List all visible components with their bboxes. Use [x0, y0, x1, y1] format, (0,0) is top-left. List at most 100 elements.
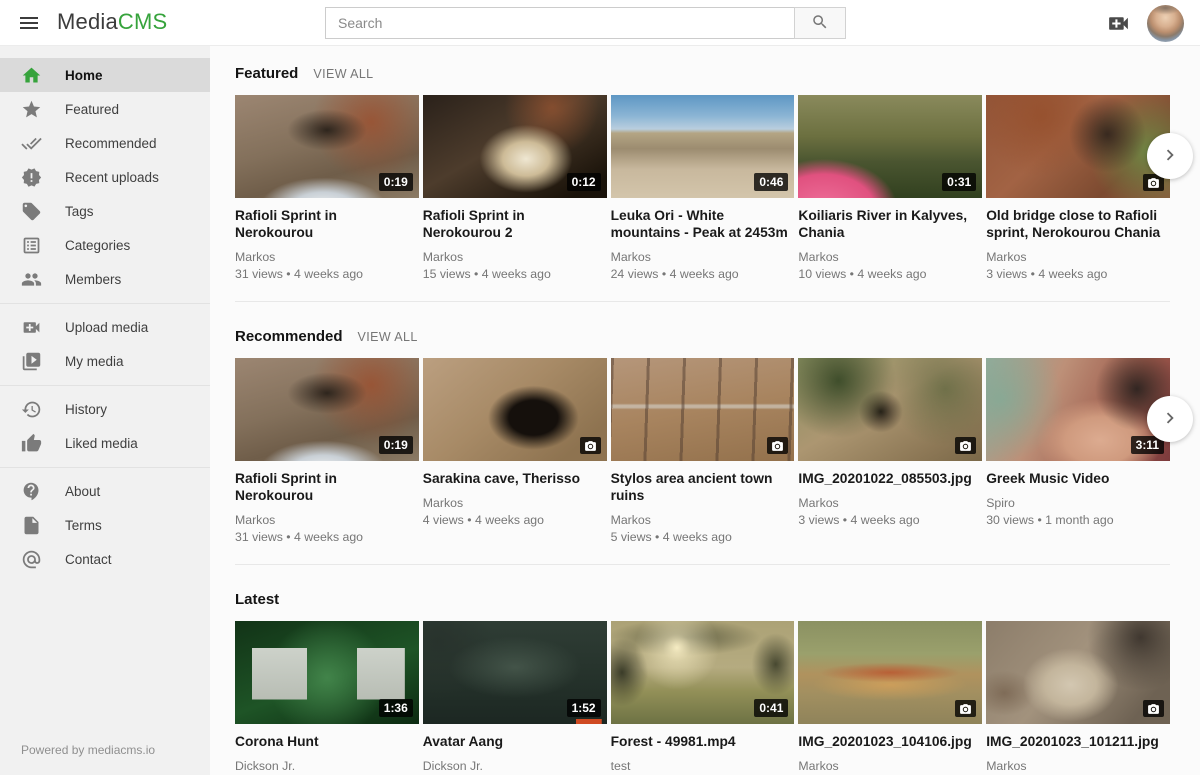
sidebar-item-recommended[interactable]: Recommended: [0, 126, 210, 160]
sidebar-item-tags[interactable]: Tags: [0, 194, 210, 228]
media-title[interactable]: IMG_20201023_104106.jpg: [798, 734, 982, 751]
media-card[interactable]: 0:19 Rafioli Sprint in Nerokourou Markos…: [235, 358, 419, 544]
logo-cms: CMS: [118, 9, 168, 34]
media-card[interactable]: 0:19 Rafioli Sprint in Nerokourou Markos…: [235, 95, 419, 281]
sidebar-item-members[interactable]: Members: [0, 262, 210, 296]
media-author[interactable]: Markos: [798, 250, 982, 264]
media-author[interactable]: Dickson Jr.: [235, 759, 419, 773]
media-title[interactable]: Rafioli Sprint in Nerokourou: [235, 471, 419, 505]
media-title[interactable]: Forest - 49981.mp4: [611, 734, 795, 751]
media-meta: 5 views • 4 weeks ago: [611, 530, 795, 544]
media-card[interactable]: IMG_20201023_104106.jpg Markos 4 views •…: [798, 621, 982, 775]
duration-badge: 0:12: [567, 173, 601, 191]
media-title[interactable]: Greek Music Video: [986, 471, 1170, 488]
media-author[interactable]: Markos: [235, 250, 419, 264]
next-arrow-button[interactable]: [1147, 396, 1193, 442]
media-title[interactable]: Stylos area ancient town ruins: [611, 471, 795, 505]
media-thumbnail[interactable]: [798, 358, 982, 461]
media-author[interactable]: Markos: [423, 250, 607, 264]
media-thumbnail[interactable]: 0:19: [235, 358, 419, 461]
search-button[interactable]: [794, 7, 846, 39]
media-thumbnail[interactable]: [423, 358, 607, 461]
media-author[interactable]: test: [611, 759, 795, 773]
search-bar: [325, 7, 846, 39]
media-thumbnail[interactable]: [798, 621, 982, 724]
sidebar-group: Home Featured Recommended Recent uploads…: [0, 58, 210, 304]
media-thumbnail[interactable]: 0:46: [611, 95, 795, 198]
media-thumbnail[interactable]: [986, 621, 1170, 724]
hamburger-menu-button[interactable]: [17, 10, 43, 36]
sidebar-item-about[interactable]: About: [0, 474, 210, 508]
media-card[interactable]: Sarakina cave, Therisso Markos 4 views •…: [423, 358, 607, 544]
next-arrow-button[interactable]: [1147, 133, 1193, 179]
media-author[interactable]: Markos: [986, 250, 1170, 264]
sidebar-item-history[interactable]: History: [0, 392, 210, 426]
media-author[interactable]: Dickson Jr.: [423, 759, 607, 773]
media-thumbnail[interactable]: 0:12: [423, 95, 607, 198]
media-card[interactable]: 3:11 Greek Music Video Spiro 30 views • …: [986, 358, 1170, 544]
media-title[interactable]: Corona Hunt: [235, 734, 419, 751]
media-author[interactable]: Markos: [235, 513, 419, 527]
sidebar-item-liked-media[interactable]: Liked media: [0, 426, 210, 460]
media-thumbnail[interactable]: 3:11: [986, 358, 1170, 461]
media-title[interactable]: Rafioli Sprint in Nerokourou: [235, 208, 419, 242]
chevron-right-icon: [1159, 407, 1181, 432]
media-title[interactable]: Old bridge close to Rafioli sprint, Nero…: [986, 208, 1170, 242]
media-author[interactable]: Markos: [423, 496, 607, 510]
sidebar-item-upload-media[interactable]: Upload media: [0, 310, 210, 344]
powered-by-link[interactable]: Powered by mediacms.io: [0, 729, 210, 775]
sidebar-item-label: Members: [65, 272, 121, 287]
media-title[interactable]: IMG_20201023_101211.jpg: [986, 734, 1170, 751]
media-card[interactable]: 1:52 Avatar Aang Dickson Jr. 12 views • …: [423, 621, 607, 775]
media-title[interactable]: Koiliaris River in Kalyves, Chania: [798, 208, 982, 242]
view-all-link[interactable]: VIEW ALL: [313, 67, 373, 81]
media-thumbnail[interactable]: 0:31: [798, 95, 982, 198]
sidebar-item-home[interactable]: Home: [0, 58, 210, 92]
media-title[interactable]: IMG_20201022_085503.jpg: [798, 471, 982, 488]
media-card[interactable]: 0:12 Rafioli Sprint in Nerokourou 2 Mark…: [423, 95, 607, 281]
duration-badge: 0:41: [754, 699, 788, 717]
media-author[interactable]: Spiro: [986, 496, 1170, 510]
media-card[interactable]: Stylos area ancient town ruins Markos 5 …: [611, 358, 795, 544]
media-author[interactable]: Markos: [611, 250, 795, 264]
media-card[interactable]: 0:31 Koiliaris River in Kalyves, Chania …: [798, 95, 982, 281]
upload-media-button[interactable]: [1106, 10, 1132, 36]
logo[interactable]: MediaCMS: [57, 9, 167, 35]
media-card[interactable]: IMG_20201023_101211.jpg Markos 4 views •…: [986, 621, 1170, 775]
sidebar-item-featured[interactable]: Featured: [0, 92, 210, 126]
user-avatar[interactable]: [1147, 5, 1184, 42]
tag-icon: [21, 201, 42, 222]
sidebar-item-label: Tags: [65, 204, 94, 219]
sidebar-item-my-media[interactable]: My media: [0, 344, 210, 378]
search-input[interactable]: [325, 7, 795, 39]
media-thumbnail[interactable]: 1:52: [423, 621, 607, 724]
media-author[interactable]: Markos: [798, 496, 982, 510]
media-card[interactable]: 0:41 Forest - 49981.mp4 test 17 views • …: [611, 621, 795, 775]
media-thumbnail[interactable]: 1:36: [235, 621, 419, 724]
media-thumbnail[interactable]: 0:19: [235, 95, 419, 198]
sidebar-item-recent-uploads[interactable]: Recent uploads: [0, 160, 210, 194]
media-author[interactable]: Markos: [611, 513, 795, 527]
media-thumbnail[interactable]: [611, 358, 795, 461]
media-title[interactable]: Leuka Ori - White mountains - Peak at 24…: [611, 208, 795, 242]
view-all-link[interactable]: VIEW ALL: [358, 330, 418, 344]
media-title[interactable]: Sarakina cave, Therisso: [423, 471, 607, 488]
media-author[interactable]: Markos: [798, 759, 982, 773]
media-author[interactable]: Markos: [986, 759, 1170, 773]
sidebar-item-contact[interactable]: Contact: [0, 542, 210, 576]
media-meta: 3 views • 4 weeks ago: [986, 267, 1170, 281]
media-thumbnail[interactable]: [986, 95, 1170, 198]
sidebar-item-label: Recent uploads: [65, 170, 159, 185]
media-card[interactable]: 0:46 Leuka Ori - White mountains - Peak …: [611, 95, 795, 281]
duration-badge: 1:36: [379, 699, 413, 717]
members-icon: [21, 269, 42, 290]
media-title[interactable]: Avatar Aang: [423, 734, 607, 751]
sidebar-item-terms[interactable]: Terms: [0, 508, 210, 542]
sidebar-item-categories[interactable]: Categories: [0, 228, 210, 262]
section-latest: Latest 1:36 Corona Hunt Dickson Jr. 6 vi…: [235, 591, 1170, 775]
media-card[interactable]: Old bridge close to Rafioli sprint, Nero…: [986, 95, 1170, 281]
media-title[interactable]: Rafioli Sprint in Nerokourou 2: [423, 208, 607, 242]
media-card[interactable]: 1:36 Corona Hunt Dickson Jr. 6 views • 4…: [235, 621, 419, 775]
media-thumbnail[interactable]: 0:41: [611, 621, 795, 724]
media-card[interactable]: IMG_20201022_085503.jpg Markos 3 views •…: [798, 358, 982, 544]
